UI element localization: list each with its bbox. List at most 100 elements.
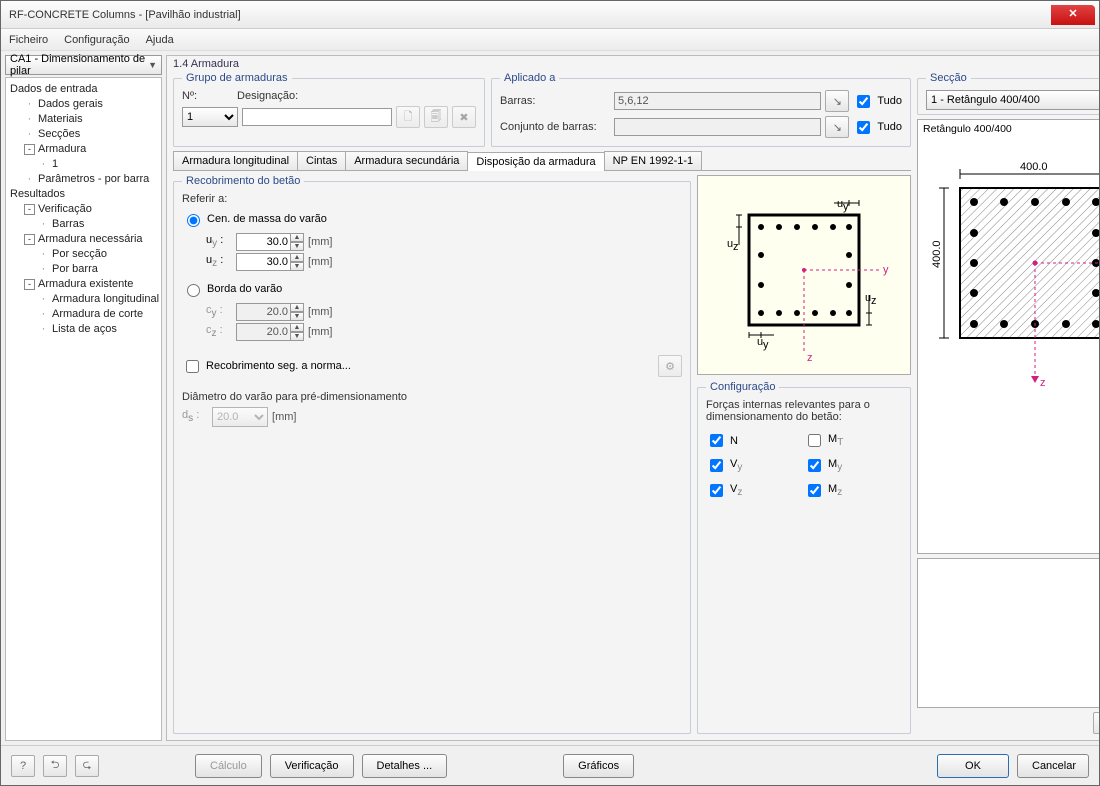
desig-input[interactable]: [242, 108, 392, 126]
menu-file[interactable]: Ficheiro: [9, 34, 48, 46]
chk-vy[interactable]: Vy: [706, 456, 804, 475]
tree-shear[interactable]: Armadura de corte: [52, 308, 143, 320]
svg-text:z: z: [733, 241, 739, 253]
tree-verif[interactable]: Verificação: [38, 203, 92, 215]
predim-label: Diâmetro do varão para pré-dimensionamen…: [182, 391, 682, 403]
pane-left: Recobrimento do betão Referir a: Cen. de…: [173, 175, 691, 734]
all-sets-check[interactable]: Tudo: [853, 118, 902, 137]
tree-one[interactable]: 1: [52, 158, 58, 170]
tree-exist[interactable]: Armadura existente: [38, 278, 133, 290]
ok-button[interactable]: OK: [937, 754, 1009, 778]
group-reinforcement: Grupo de armaduras Nº: Designação: 1 🗋 🗐: [173, 72, 485, 147]
details-button[interactable]: Detalhes ...: [362, 754, 448, 778]
chk-mt[interactable]: MT: [804, 431, 902, 450]
prev-icon[interactable]: ⮌: [43, 755, 67, 777]
body: CA1 - Dimensionamento de pilar ▼ Dados d…: [1, 51, 1099, 745]
menubar: Ficheiro Configuração Ajuda: [1, 29, 1099, 51]
verify-button[interactable]: Verificação: [270, 754, 354, 778]
group-reinf-legend: Grupo de armaduras: [182, 72, 292, 84]
app-window: RF-CONCRETE Columns - [Pavilhão industri…: [0, 0, 1100, 786]
cz-input[interactable]: ▲▼: [236, 323, 304, 341]
page-title: 1.4 Armadura: [167, 56, 1099, 72]
svg-text:z: z: [871, 295, 877, 307]
section-extra: [917, 558, 1099, 708]
delete-icon[interactable]: ✖: [452, 106, 476, 128]
tree-long[interactable]: Armadura longitudinal: [52, 293, 159, 305]
tree-input-data[interactable]: Dados de entrada: [10, 83, 97, 95]
graphics-button[interactable]: Gráficos: [563, 754, 634, 778]
sets-field[interactable]: [614, 118, 821, 136]
expand-icon[interactable]: -: [24, 144, 35, 155]
tree-persec[interactable]: Por secção: [52, 248, 107, 260]
tab-secondary[interactable]: Armadura secundária: [345, 151, 468, 170]
chevron-down-icon: ▼: [148, 60, 157, 70]
tree-steel[interactable]: Lista de aços: [52, 323, 117, 335]
tree-perbar[interactable]: Por barra: [52, 263, 98, 275]
tree-materials[interactable]: Materiais: [38, 113, 83, 125]
opt-center[interactable]: Cen. de massa do varão: [182, 211, 682, 227]
content-panel: 1.4 Armadura Grupo de armaduras Nº: Desi…: [166, 55, 1099, 741]
tabstrip: Armadura longitudinal Cintas Armadura se…: [173, 151, 911, 171]
section-combo[interactable]: 1 - Retângulo 400/400▼: [926, 90, 1099, 110]
all-bars-check[interactable]: Tudo: [853, 92, 902, 111]
svg-text:400.0: 400.0: [931, 240, 943, 268]
calc-button[interactable]: Cálculo: [195, 754, 262, 778]
tree-results[interactable]: Resultados: [10, 188, 65, 200]
pick-bars-icon[interactable]: ↘: [825, 90, 849, 112]
tree-params[interactable]: Parâmetros - por barra: [38, 173, 149, 185]
config-group: Configuração Forças internas relevantes …: [697, 381, 911, 734]
chk-mz[interactable]: Mz: [804, 481, 902, 500]
left-column: CA1 - Dimensionamento de pilar ▼ Dados d…: [5, 55, 162, 741]
cancel-button[interactable]: Cancelar: [1017, 754, 1089, 778]
new-icon[interactable]: 🗋: [396, 106, 420, 128]
case-combo-value: CA1 - Dimensionamento de pilar: [10, 53, 148, 77]
chk-my[interactable]: My: [804, 456, 902, 475]
expand-icon[interactable]: -: [24, 279, 35, 290]
acc-std-check[interactable]: Recobrimento seg. a norma...: [182, 357, 351, 376]
close-button[interactable]: ✕: [1051, 5, 1095, 25]
bars-field[interactable]: [614, 92, 821, 110]
ds-select[interactable]: 20.0: [212, 407, 268, 427]
cy-input[interactable]: ▲▼: [236, 303, 304, 321]
tab-pane: Recobrimento do betão Referir a: Cen. de…: [173, 175, 911, 734]
desig-label: Designação:: [237, 90, 298, 102]
tab-long[interactable]: Armadura longitudinal: [173, 151, 298, 170]
bars-label: Barras:: [500, 95, 610, 107]
section-name: Retângulo 400/400: [918, 120, 1099, 138]
no-select[interactable]: 1: [182, 107, 238, 127]
svg-text:400.0: 400.0: [1020, 161, 1048, 173]
tree-sections[interactable]: Secções: [38, 128, 80, 140]
cover-group: Recobrimento do betão Referir a: Cen. de…: [173, 175, 691, 734]
menu-help[interactable]: Ajuda: [146, 34, 174, 46]
settings-icon[interactable]: ⚙: [658, 355, 682, 377]
uz-input[interactable]: ▲▼: [236, 253, 304, 271]
copy-icon[interactable]: 🗐: [424, 106, 448, 128]
no-label: Nº:: [182, 90, 197, 102]
expand-icon[interactable]: -: [24, 234, 35, 245]
tab-norm[interactable]: NP EN 1992-1-1: [604, 151, 703, 170]
tree-req[interactable]: Armadura necessária: [38, 233, 143, 245]
chk-n[interactable]: N: [706, 431, 804, 450]
tab-layout[interactable]: Disposição da armadura: [467, 152, 604, 171]
menu-config[interactable]: Configuração: [64, 34, 129, 46]
cover-legend: Recobrimento do betão: [182, 175, 304, 187]
pick-sets-icon[interactable]: ↘: [825, 116, 849, 138]
sets-label: Conjunto de barras:: [500, 121, 610, 133]
tree-reinf[interactable]: Armadura: [38, 143, 86, 155]
nav-tree[interactable]: Dados de entrada ·Dados gerais ·Materiai…: [5, 77, 162, 741]
view1-icon[interactable]: ▣: [1093, 712, 1099, 734]
case-combo[interactable]: CA1 - Dimensionamento de pilar ▼: [5, 55, 162, 75]
opt-edge[interactable]: Borda do varão: [182, 281, 682, 297]
group-applied: Aplicado a Barras: ↘ Tudo Conjunto de ba…: [491, 72, 911, 147]
help-icon[interactable]: ?: [11, 755, 35, 777]
uy-input[interactable]: ▲▼: [236, 233, 304, 251]
tree-general[interactable]: Dados gerais: [38, 98, 103, 110]
expand-icon[interactable]: -: [24, 204, 35, 215]
refer-label: Referir a:: [182, 193, 682, 205]
chk-vz[interactable]: Vz: [706, 481, 804, 500]
next-icon[interactable]: ⮎: [75, 755, 99, 777]
tree-bars[interactable]: Barras: [52, 218, 84, 230]
svg-text:z: z: [807, 352, 813, 364]
tab-links[interactable]: Cintas: [297, 151, 346, 170]
section-toolbar: ▣ ▦: [917, 712, 1099, 734]
